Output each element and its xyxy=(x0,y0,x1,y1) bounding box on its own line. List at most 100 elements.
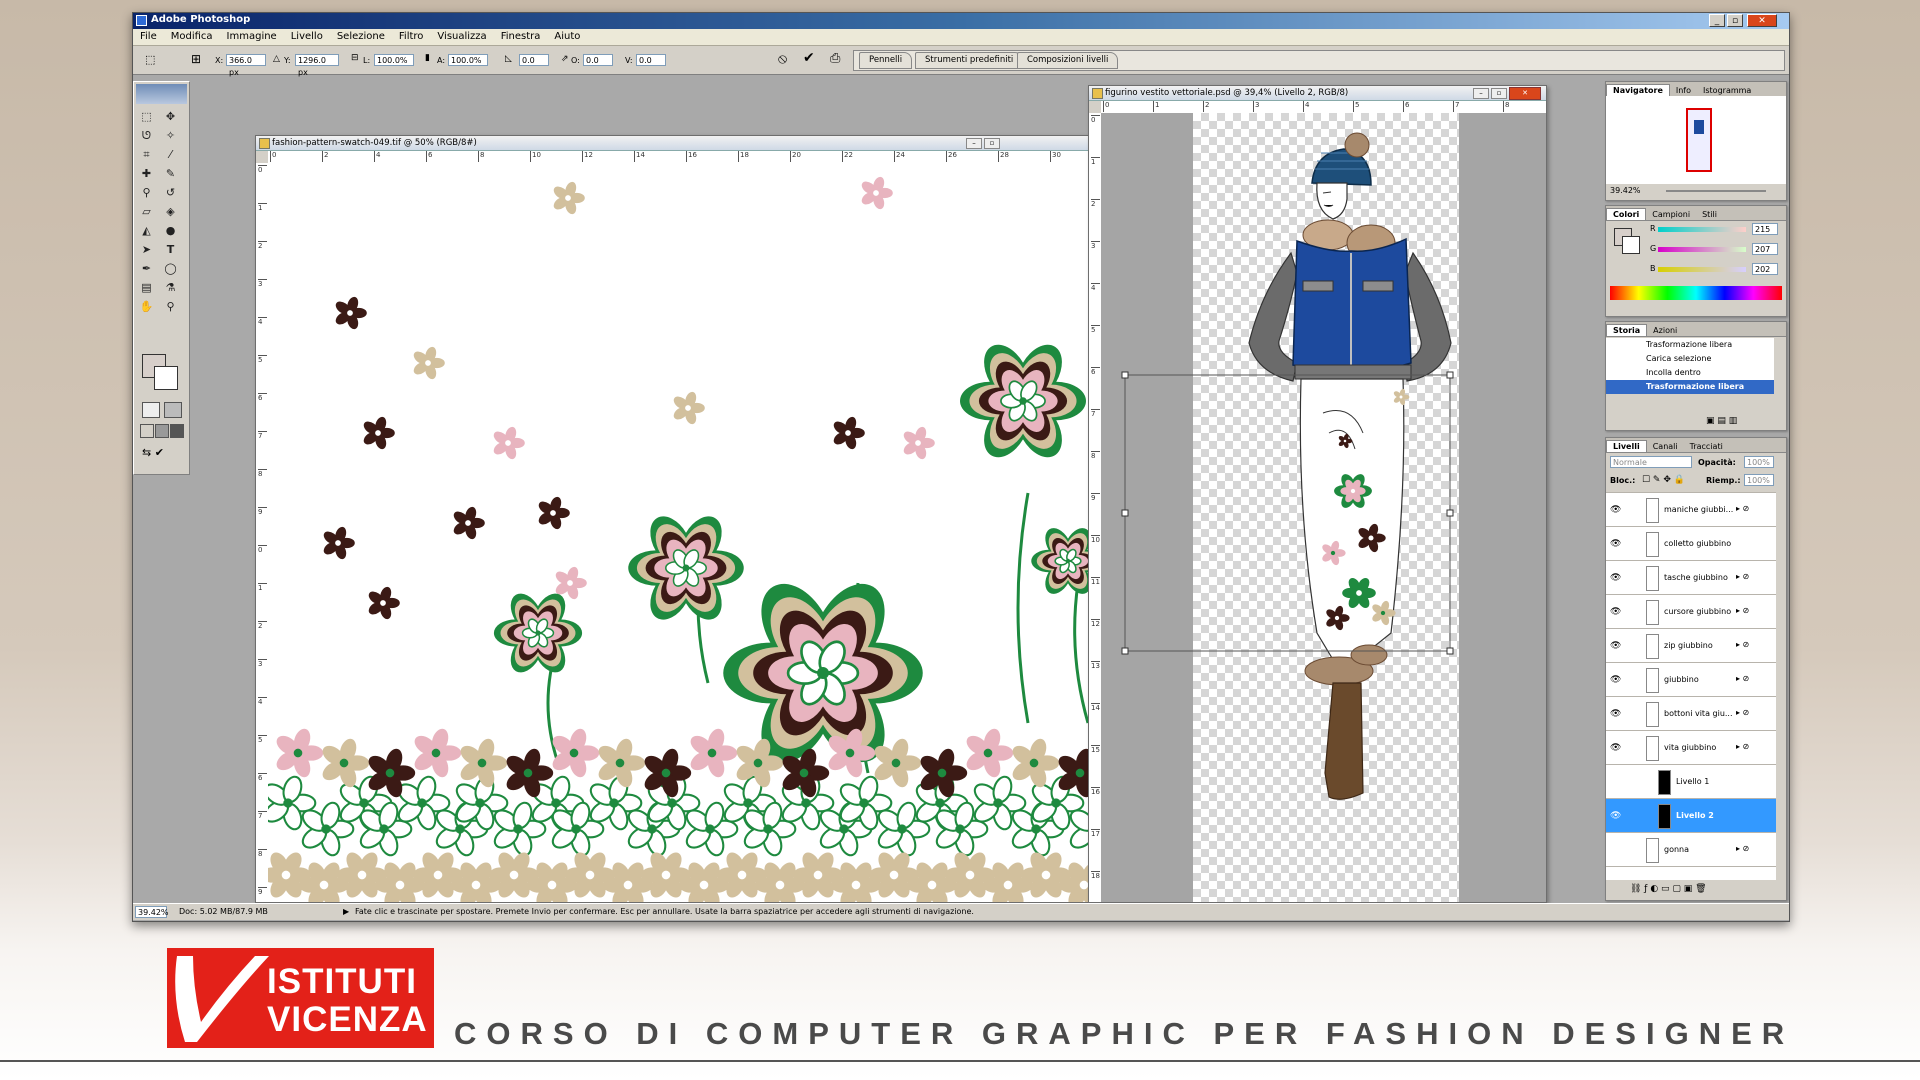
tab-storia[interactable]: Storia xyxy=(1606,324,1648,336)
menu-visualizza[interactable]: Visualizza xyxy=(430,29,493,42)
marquee-tool-icon[interactable]: ⬚ xyxy=(138,108,155,125)
path-selection-tool-icon[interactable]: ➤ xyxy=(138,241,155,258)
tab-tracciati[interactable]: Tracciati xyxy=(1684,441,1729,452)
tab-navigatore[interactable]: Navigatore xyxy=(1606,84,1670,96)
history-item-current[interactable]: Trasformazione libera xyxy=(1606,380,1774,394)
healing-brush-tool-icon[interactable]: ✚ xyxy=(138,165,155,182)
screen-mode-2-icon[interactable] xyxy=(155,424,169,438)
well-composizioni-livelli[interactable]: Composizioni livelli xyxy=(1017,52,1119,69)
well-strumenti-predefiniti[interactable]: Strumenti predefiniti xyxy=(915,52,1024,69)
tab-azioni[interactable]: Azioni xyxy=(1647,325,1683,336)
status-arrow-icon[interactable]: ▶ xyxy=(343,904,349,920)
tab-canali[interactable]: Canali xyxy=(1647,441,1684,452)
b-field[interactable]: 202 xyxy=(1752,263,1778,275)
layer-row-selected[interactable]: 👁 Livello 2 xyxy=(1606,799,1776,833)
crop-tool-icon[interactable]: ⌗ xyxy=(138,146,155,163)
document-minimize-button[interactable]: – xyxy=(966,138,982,149)
screen-mode-3-icon[interactable] xyxy=(170,424,184,438)
visibility-eye-icon[interactable]: 👁 xyxy=(1610,709,1621,719)
navigator-zoom-slider[interactable] xyxy=(1666,190,1766,192)
visibility-eye-icon[interactable]: 👁 xyxy=(1610,675,1621,685)
background-color-swatch[interactable] xyxy=(1622,236,1640,254)
opacity-field[interactable]: 100% xyxy=(1744,456,1774,468)
tab-colori[interactable]: Colori xyxy=(1606,208,1647,220)
visibility-eye-icon[interactable]: 👁 xyxy=(1610,811,1621,821)
visibility-eye-icon[interactable]: 👁 xyxy=(1610,641,1621,651)
layer-row[interactable]: 👁 vita giubbino ▸ ⊘ xyxy=(1606,731,1776,765)
g-slider[interactable] xyxy=(1658,247,1746,252)
layer-row[interactable]: gonna ▸ ⊘ xyxy=(1606,833,1776,867)
layer-effects-icon[interactable]: ▸ ⊘ xyxy=(1736,640,1749,649)
document-maximize-button[interactable]: ▫ xyxy=(984,138,1000,149)
close-button[interactable]: ✕ xyxy=(1747,14,1777,27)
standard-mode-icon[interactable] xyxy=(142,402,160,418)
layer-effects-icon[interactable]: ▸ ⊘ xyxy=(1736,606,1749,615)
palette-well-icon[interactable]: ⎙ xyxy=(830,51,840,66)
type-tool-icon[interactable]: T xyxy=(162,241,179,258)
history-item[interactable]: Trasformazione libera xyxy=(1606,338,1774,352)
dodge-tool-icon[interactable]: ● xyxy=(162,222,179,239)
quick-mask-icon[interactable] xyxy=(164,402,182,418)
navigator-zoom[interactable]: 39.42% xyxy=(1610,186,1641,195)
tab-info[interactable]: Info xyxy=(1670,85,1697,96)
tab-livelli[interactable]: Livelli xyxy=(1606,440,1647,452)
hand-tool-icon[interactable]: ✋ xyxy=(138,298,155,315)
tab-campioni[interactable]: Campioni xyxy=(1646,209,1696,220)
navigator-view-box[interactable] xyxy=(1686,108,1712,172)
zoom-tool-icon[interactable]: ⚲ xyxy=(162,298,179,315)
history-brush-tool-icon[interactable]: ↺ xyxy=(162,184,179,201)
tab-stili[interactable]: Stili xyxy=(1696,209,1723,220)
y-field[interactable]: 1296.0 px xyxy=(295,54,339,77)
x-field[interactable]: 366.0 px xyxy=(226,54,266,77)
history-item[interactable]: Incolla dentro xyxy=(1606,366,1774,380)
width-field[interactable]: 100.0% xyxy=(374,54,414,66)
figure-canvas[interactable] xyxy=(1101,113,1546,902)
blur-tool-icon[interactable]: ◭ xyxy=(138,222,155,239)
menu-filtro[interactable]: Filtro xyxy=(392,29,431,42)
visibility-eye-icon[interactable]: 👁 xyxy=(1610,573,1621,583)
angle-field[interactable]: 0.0 xyxy=(519,54,549,66)
background-color-swatch[interactable] xyxy=(154,366,178,390)
layer-row[interactable]: 👁 colletto giubbino xyxy=(1606,527,1776,561)
imageready-jump-icon[interactable]: ⇆ ✔ xyxy=(142,446,164,459)
lasso-tool-icon[interactable]: ᘎ xyxy=(138,127,155,144)
layer-effects-icon[interactable]: ▸ ⊘ xyxy=(1736,708,1749,717)
layer-row[interactable]: 👁 bottoni vita giu... ▸ ⊘ xyxy=(1606,697,1776,731)
layer-row[interactable]: 👁 maniche giubbi... ▸ ⊘ xyxy=(1606,493,1776,527)
menu-aiuto[interactable]: Aiuto xyxy=(547,29,587,42)
layer-effects-icon[interactable]: ▸ ⊘ xyxy=(1736,504,1749,513)
visibility-eye-icon[interactable]: 👁 xyxy=(1610,743,1621,753)
layer-effects-icon[interactable]: ▸ ⊘ xyxy=(1736,742,1749,751)
pen-tool-icon[interactable]: ✒ xyxy=(138,260,155,277)
menu-file[interactable]: File xyxy=(133,29,164,42)
history-snapshot-icon[interactable]: ▣ ▤ ▥ xyxy=(1706,416,1737,426)
layer-effects-icon[interactable]: ▸ ⊘ xyxy=(1736,572,1749,581)
link-icon[interactable]: ▮ xyxy=(425,53,430,63)
menu-immagine[interactable]: Immagine xyxy=(220,29,284,42)
well-pennelli[interactable]: Pennelli xyxy=(859,52,913,69)
screen-mode-1-icon[interactable] xyxy=(140,424,154,438)
commit-transform-icon[interactable]: ✔ xyxy=(803,50,815,66)
height-field[interactable]: 100.0% xyxy=(448,54,488,66)
visibility-eye-icon[interactable]: 👁 xyxy=(1610,539,1621,549)
color-spectrum-bar[interactable] xyxy=(1610,286,1782,300)
r-slider[interactable] xyxy=(1658,227,1746,232)
layer-row[interactable]: 👁 zip giubbino ▸ ⊘ xyxy=(1606,629,1776,663)
b-slider[interactable] xyxy=(1658,267,1746,272)
eyedropper-tool-icon[interactable]: ⚗ xyxy=(162,279,179,296)
horizontal-skew-field[interactable]: 0.0 xyxy=(583,54,613,66)
navigator-preview[interactable] xyxy=(1606,96,1786,184)
menu-finestra[interactable]: Finestra xyxy=(494,29,548,42)
layers-footer-icons[interactable]: ⛓ ƒ ◐ ▭ ▢ ▣ 🗑 xyxy=(1630,884,1707,894)
bucket-tool-icon[interactable]: ◈ xyxy=(162,203,179,220)
visibility-eye-icon[interactable]: 👁 xyxy=(1610,607,1621,617)
r-field[interactable]: 215 xyxy=(1752,223,1778,235)
move-tool-icon[interactable]: ✥ xyxy=(162,108,179,125)
tab-istogramma[interactable]: Istogramma xyxy=(1697,85,1757,96)
notes-tool-icon[interactable]: ▤ xyxy=(138,279,155,296)
shape-tool-icon[interactable]: ◯ xyxy=(162,260,179,277)
layer-row[interactable]: 👁 giubbino ▸ ⊘ xyxy=(1606,663,1776,697)
layer-row[interactable]: 👁 cursore giubbino ▸ ⊘ xyxy=(1606,595,1776,629)
document-minimize-button[interactable]: – xyxy=(1473,88,1489,99)
eraser-tool-icon[interactable]: ▱ xyxy=(138,203,155,220)
